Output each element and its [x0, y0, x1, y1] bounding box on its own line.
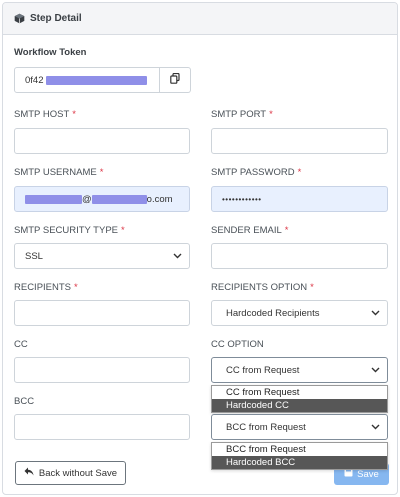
smtp-port-label: SMTP PORT *	[211, 109, 273, 120]
chevron-down-icon	[371, 424, 380, 430]
step-detail-card: Step Detail Workflow Token 0f42 SMTP HOS…	[2, 2, 398, 495]
smtp-security-value: SSL	[25, 250, 43, 262]
copy-token-button[interactable]	[160, 67, 191, 93]
cc-option-label: CC OPTION	[211, 339, 264, 350]
sender-email-label: SENDER EMAIL *	[211, 225, 289, 236]
smtp-host-label: SMTP HOST *	[14, 109, 76, 120]
save-button-label: Save	[357, 468, 379, 480]
smtp-security-label: SMTP SECURITY TYPE *	[14, 225, 125, 236]
smtp-host-input[interactable]	[14, 128, 190, 154]
smtp-security-select[interactable]: SSL	[14, 243, 190, 269]
sender-email-input[interactable]	[211, 243, 388, 269]
chevron-down-icon	[371, 367, 380, 373]
smtp-password-input[interactable]: ••••••••••••	[211, 186, 388, 212]
workflow-token-label: Workflow Token	[14, 47, 87, 58]
cc-input[interactable]	[14, 357, 190, 383]
workflow-token-value: 0f42	[25, 74, 44, 86]
chevron-down-icon	[173, 253, 182, 259]
smtp-username-label: SMTP USERNAME *	[14, 167, 104, 178]
workflow-token-field[interactable]: 0f42	[14, 67, 160, 93]
bcc-option-select[interactable]: BCC from Request	[211, 414, 388, 440]
bcc-option-dropdown: BCC from Request Hardcoded BCC	[211, 442, 388, 470]
cc-label: CC	[14, 339, 28, 350]
username-suffix: o.com	[146, 193, 173, 205]
bcc-option-item[interactable]: BCC from Request	[212, 443, 387, 456]
redacted-username	[25, 194, 82, 204]
cube-icon	[14, 13, 25, 24]
recipients-input[interactable]	[14, 300, 190, 326]
recipients-label: RECIPIENTS *	[14, 282, 78, 293]
bcc-input[interactable]	[14, 414, 190, 440]
recipients-option-label: RECIPIENTS OPTION *	[211, 282, 314, 293]
cc-option-select[interactable]: CC from Request	[211, 357, 388, 383]
back-button-label: Back without Save	[38, 467, 118, 479]
redacted-domain	[91, 194, 147, 204]
bcc-option-value: BCC from Request	[226, 421, 306, 433]
page-title: Step Detail	[30, 13, 82, 24]
back-without-save-button[interactable]: Back without Save	[15, 461, 126, 485]
chevron-down-icon	[371, 310, 380, 316]
cc-option-item[interactable]: CC from Request	[212, 386, 387, 399]
smtp-port-input[interactable]	[211, 128, 388, 154]
cc-option-dropdown: CC from Request Hardcoded CC	[211, 385, 388, 413]
smtp-password-label: SMTP PASSWORD *	[211, 167, 302, 178]
username-at: @	[82, 193, 92, 205]
bcc-option-item[interactable]: Hardcoded BCC	[212, 456, 387, 469]
recipients-option-select[interactable]: Hardcoded Recipients	[211, 300, 388, 326]
recipients-option-value: Hardcoded Recipients	[226, 307, 320, 319]
smtp-username-input[interactable]: @ o.com	[14, 186, 190, 212]
reply-arrow-icon	[24, 467, 34, 479]
card-header: Step Detail	[3, 3, 397, 35]
bcc-label: BCC	[14, 396, 35, 407]
redacted-token	[45, 75, 147, 85]
cc-option-item[interactable]: Hardcoded CC	[212, 399, 387, 412]
copy-icon	[170, 72, 180, 87]
cc-option-value: CC from Request	[226, 364, 300, 376]
